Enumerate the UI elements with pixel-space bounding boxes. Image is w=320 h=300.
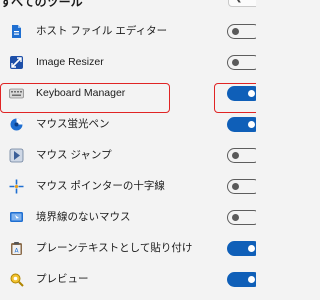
- panel-header: すべてのツール ❮ 戻る: [0, 0, 256, 11]
- utility-label: Image Resizer: [36, 56, 104, 68]
- utility-label: プレーンテキストとして貼り付け: [36, 242, 193, 254]
- crosshairs-icon: [9, 179, 24, 194]
- toggle-knob: [232, 213, 239, 221]
- peek-icon: [10, 273, 24, 287]
- toggle-knob: [248, 275, 255, 283]
- toggle-knob: [232, 182, 239, 190]
- toggle-knob: [248, 120, 255, 128]
- utility-list: ホスト ファイル エディター Image Resizer Keyboard Ma…: [0, 16, 256, 295]
- mouse-highlighter-toggle[interactable]: [227, 117, 256, 132]
- utility-label: ホスト ファイル エディター: [36, 25, 168, 37]
- mouse-highlighter-icon: [10, 118, 23, 131]
- utility-label: プレビュー: [36, 273, 89, 285]
- toggle-knob: [248, 244, 255, 252]
- panel-title: すべてのツール: [0, 0, 83, 9]
- utilities-panel: すべてのツール ❮ 戻る ホスト ファイル エディター: [0, 0, 256, 300]
- utility-row-mouse-highlighter[interactable]: マウス蛍光ペン: [0, 109, 256, 140]
- mouse-jump-toggle[interactable]: [227, 148, 256, 163]
- utility-row-mouse-crosshairs[interactable]: マウス ポインターの十字線: [0, 171, 256, 202]
- back-button[interactable]: ❮ 戻る: [228, 0, 256, 7]
- keyboard-manager-row-highlight: [0, 83, 170, 113]
- paste-plain-icon: A: [11, 242, 22, 255]
- mouse-jump-icon: [9, 148, 24, 163]
- toggle-knob: [232, 151, 239, 159]
- utility-row-mouse-jump[interactable]: マウス ジャンプ: [0, 140, 256, 171]
- hosts-file-icon: [12, 25, 21, 38]
- toggle-knob: [232, 58, 239, 66]
- image-resizer-icon: [10, 56, 23, 69]
- utility-label: 境界線のないマウス: [36, 211, 131, 223]
- utility-row-paste-plain-text[interactable]: A プレーンテキストとして貼り付け: [0, 233, 256, 264]
- image-resizer-toggle[interactable]: [227, 55, 256, 70]
- mouse-crosshairs-toggle[interactable]: [227, 179, 256, 194]
- keyboard-manager-toggle-highlight: [214, 83, 256, 113]
- utility-row-image-resizer[interactable]: Image Resizer: [0, 47, 256, 78]
- mouse-without-borders-icon: [10, 212, 23, 222]
- utility-row-peek[interactable]: プレビュー: [0, 264, 256, 295]
- chevron-left-icon: ❮: [234, 0, 242, 3]
- peek-toggle[interactable]: [227, 272, 256, 287]
- utility-label: マウス ジャンプ: [36, 149, 112, 161]
- utility-label: マウス ポインターの十字線: [36, 180, 165, 192]
- utility-row-hosts-file-editor[interactable]: ホスト ファイル エディター: [0, 16, 256, 47]
- utility-label: マウス蛍光ペン: [36, 118, 110, 130]
- toggle-knob: [232, 27, 239, 35]
- back-button-label: 戻る: [247, 0, 256, 3]
- mouse-without-borders-toggle[interactable]: [227, 210, 256, 225]
- utility-row-mouse-without-borders[interactable]: 境界線のないマウス: [0, 202, 256, 233]
- hosts-file-editor-toggle[interactable]: [227, 24, 256, 39]
- paste-plain-text-toggle[interactable]: [227, 241, 256, 256]
